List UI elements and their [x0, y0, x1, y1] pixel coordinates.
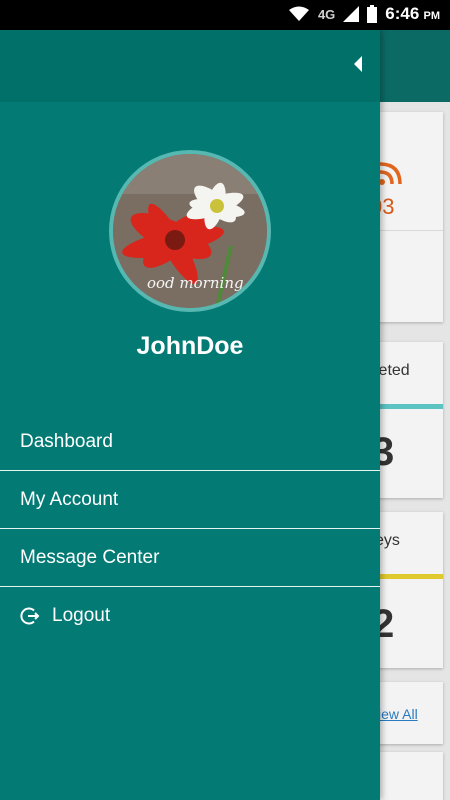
menu-item-message-center[interactable]: Message Center [0, 529, 380, 587]
menu-item-label: My Account [20, 488, 119, 510]
status-icons: 4G 6:46 PM [288, 4, 440, 24]
clock-time: 6:46 [385, 4, 420, 23]
user-name: JohnDoe [136, 332, 244, 360]
drawer-menu: Dashboard My Account Message Center Logo… [0, 413, 380, 645]
wifi-icon [288, 6, 309, 21]
logout-icon [20, 605, 42, 627]
battery-icon [367, 5, 378, 23]
menu-item-label: Logout [52, 605, 111, 626]
status-bar: 4G 6:46 PM [0, 0, 450, 30]
clock: 6:46 PM [385, 4, 440, 24]
menu-item-label: Message Center [20, 546, 160, 568]
caret-left-icon [354, 56, 362, 72]
navigation-drawer: ood morning JohnDoe Dashboard My Account… [0, 30, 380, 800]
clock-ampm: PM [423, 10, 441, 22]
menu-item-my-account[interactable]: My Account [0, 471, 380, 529]
card-completed-label: leted [375, 362, 410, 379]
menu-item-dashboard[interactable]: Dashboard [0, 413, 380, 471]
avatar[interactable]: ood morning [109, 150, 271, 312]
drawer-header [0, 30, 380, 102]
avatar-caption: ood morning [147, 274, 244, 292]
signal-icon [343, 6, 360, 22]
collapse-drawer-button[interactable] [346, 52, 370, 76]
menu-item-logout[interactable]: Logout [0, 587, 380, 645]
network-type: 4G [317, 6, 336, 22]
menu-item-label: Dashboard [20, 430, 113, 452]
view-all-link[interactable]: iew All [378, 706, 418, 722]
rss-icon [378, 160, 404, 192]
